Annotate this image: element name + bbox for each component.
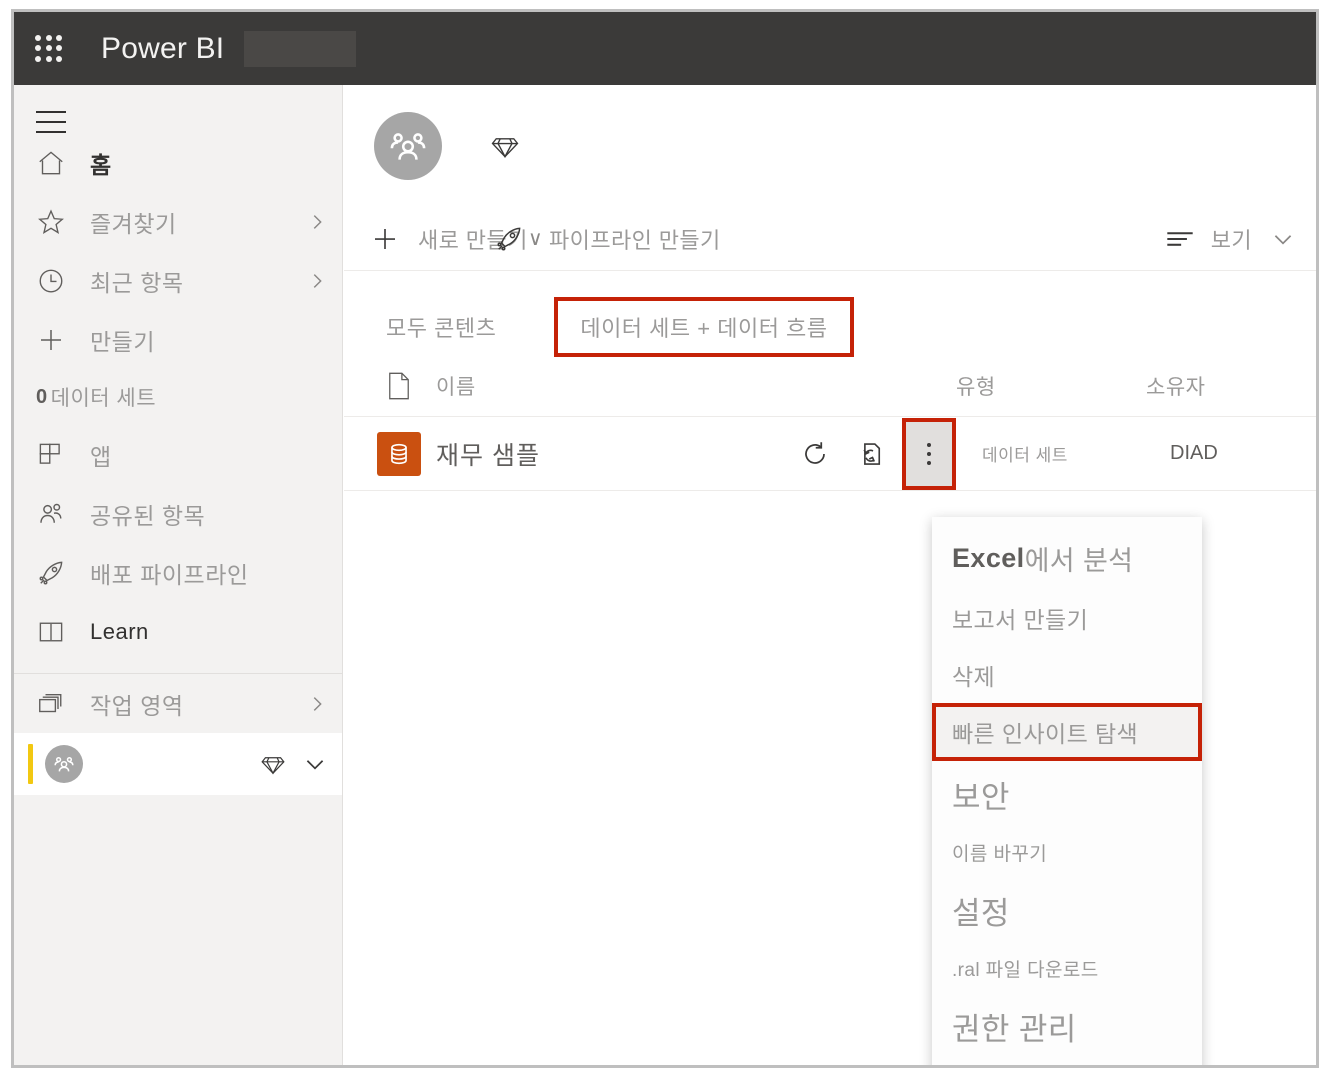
menu-item-settings[interactable]: 설정 [932, 877, 1202, 943]
document-icon [362, 371, 436, 401]
top-navigation-bar: Power BI [14, 12, 1316, 85]
dataset-context-menu: Excel 에서 분석 보고서 만들기 삭제 빠른 인사이트 탐색 보안 이름 바… [932, 517, 1202, 1065]
chevron-right-icon [306, 693, 328, 715]
chevron-right-icon [306, 270, 328, 292]
menu-item-analyze-in-excel[interactable]: Excel 에서 분석 [932, 527, 1202, 589]
chevron-right-icon [306, 211, 328, 233]
schedule-refresh-icon[interactable] [849, 434, 888, 474]
create-pipeline-label: 파이프라인 만들기 [549, 227, 721, 253]
sidebar-item-label: 배포 파이프라인 [90, 561, 249, 588]
menu-item-security[interactable]: 보안 [932, 761, 1202, 827]
workspace-header [344, 85, 1316, 207]
app-window: Power BI 홈 즐겨찾기 최근 항목 만들기 0 데이터 세트 앱 공유된… [11, 9, 1319, 1068]
table-header-row: 이름 유형 소유자 [344, 355, 1316, 417]
sidebar-item-label: 홈 [90, 151, 112, 178]
column-header-name[interactable]: 이름 [436, 371, 796, 401]
rocket-icon [34, 556, 68, 590]
dataset-database-icon [362, 431, 436, 476]
clock-icon [34, 264, 68, 298]
plus-icon [370, 224, 400, 254]
datasets-count: 0 [36, 385, 48, 408]
sidebar-item-label: Learn [90, 618, 149, 644]
menu-item-download-ral-file[interactable]: .ral 파일 다운로드 [932, 943, 1202, 993]
refresh-now-icon[interactable] [796, 434, 835, 474]
sidebar-item-favorites[interactable]: 즐겨찾기 [14, 192, 342, 251]
content-filter-tabs: 모두 콘텐츠 데이터 세트 + 데이터 흐름 [344, 271, 1316, 357]
brand-pill-placeholder [244, 30, 357, 67]
dataset-owner: DIAD [1170, 442, 1218, 464]
diamond-premium-icon [490, 131, 520, 161]
sidebar-item-recent[interactable]: 최근 항목 [14, 251, 342, 310]
workspaces-stack-icon [34, 687, 68, 721]
group-people-avatar [45, 745, 83, 783]
menu-item-manage-permissions[interactable]: 권한 관리 [932, 993, 1202, 1059]
menu-item-rename[interactable]: 이름 바꾸기 [932, 827, 1202, 877]
sidebar-item-learn[interactable]: Learn [14, 602, 342, 661]
sidebar-item-create[interactable]: 만들기 [14, 310, 342, 369]
selected-accent-bar [28, 744, 33, 784]
pipeline-chevron: ∨ [528, 228, 544, 250]
table-row[interactable]: 재무 샘플 데이터 세트 DIAD [344, 417, 1316, 491]
column-header-owner[interactable]: 소유자 [1146, 371, 1316, 401]
dataset-type: 데이터 세트 [982, 446, 1068, 465]
sidebar-item-home[interactable]: 홈 [14, 133, 342, 192]
sidebar-item-shared[interactable]: 공유된 항목 [14, 484, 342, 543]
more-vertical-dots-icon[interactable] [901, 417, 956, 490]
sidebar-item-label: 만들기 [90, 328, 155, 355]
main-content-area: 새로 만들기 ∨ 파이프라인 만들기 보기 모두 콘텐츠 데이터 세트 + 데이… [344, 85, 1316, 1065]
sidebar-current-workspace[interactable] [14, 733, 342, 796]
shared-people-icon [34, 497, 68, 531]
sidebar-item-datasets[interactable]: 0 데이터 세트 [14, 369, 342, 425]
view-button-label: 보기 [1210, 227, 1252, 253]
menu-item-quick-insights[interactable]: 빠른 인사이트 탐색 [932, 703, 1202, 761]
left-sidebar: 홈 즐겨찾기 최근 항목 만들기 0 데이터 세트 앱 공유된 항목 배포 파이… [14, 85, 343, 1065]
content-table: 이름 유형 소유자 재무 샘플 데이터 세트 DIAD [344, 355, 1316, 491]
sidebar-item-label: 최근 항목 [90, 269, 184, 296]
datasets-label: 데이터 세트 [50, 387, 157, 410]
app-brand-title: Power BI [101, 31, 225, 65]
diamond-premium-icon [260, 751, 286, 777]
sidebar-item-deployment-pipelines[interactable]: 배포 파이프라인 [14, 543, 342, 602]
sidebar-item-label: 공유된 항목 [90, 502, 206, 529]
chevron-down-icon [1270, 226, 1296, 252]
book-icon [34, 615, 68, 649]
group-people-avatar [374, 112, 442, 180]
row-action-buttons [796, 417, 956, 490]
apps-grid-icon [34, 438, 68, 472]
create-pipeline-button[interactable]: ∨ 파이프라인 만들기 [494, 223, 721, 255]
list-view-icon [1165, 226, 1195, 252]
sidebar-item-apps[interactable]: 앱 [14, 425, 342, 484]
chevron-down-icon[interactable] [302, 751, 328, 777]
plus-icon [34, 323, 68, 357]
sidebar-item-label: 즐겨찾기 [90, 210, 177, 237]
column-header-type[interactable]: 유형 [956, 371, 1146, 401]
menu-item-create-report[interactable]: 보고서 만들기 [932, 589, 1202, 646]
dataset-name[interactable]: 재무 샘플 [436, 436, 796, 472]
hamburger-menu-icon[interactable] [36, 111, 66, 133]
sidebar-item-label: 앱 [90, 443, 112, 470]
menu-item-delete[interactable]: 삭제 [932, 646, 1202, 703]
tab-all-content[interactable]: 모두 콘텐츠 [386, 303, 496, 351]
home-icon [34, 146, 68, 180]
rocket-icon [494, 224, 524, 254]
tab-datasets-dataflows[interactable]: 데이터 세트 + 데이터 흐름 [554, 297, 854, 357]
content-toolbar: 새로 만들기 ∨ 파이프라인 만들기 보기 [344, 207, 1316, 271]
menu-item-view-lineage[interactable]: 계보 보기 [932, 1059, 1202, 1065]
sidebar-item-workspaces[interactable]: 작업 영역 [14, 674, 342, 733]
star-icon [34, 205, 68, 239]
view-button[interactable]: 보기 [1165, 223, 1296, 255]
sidebar-item-label: 작업 영역 [90, 692, 184, 719]
waffle-grid-icon[interactable] [35, 34, 63, 63]
